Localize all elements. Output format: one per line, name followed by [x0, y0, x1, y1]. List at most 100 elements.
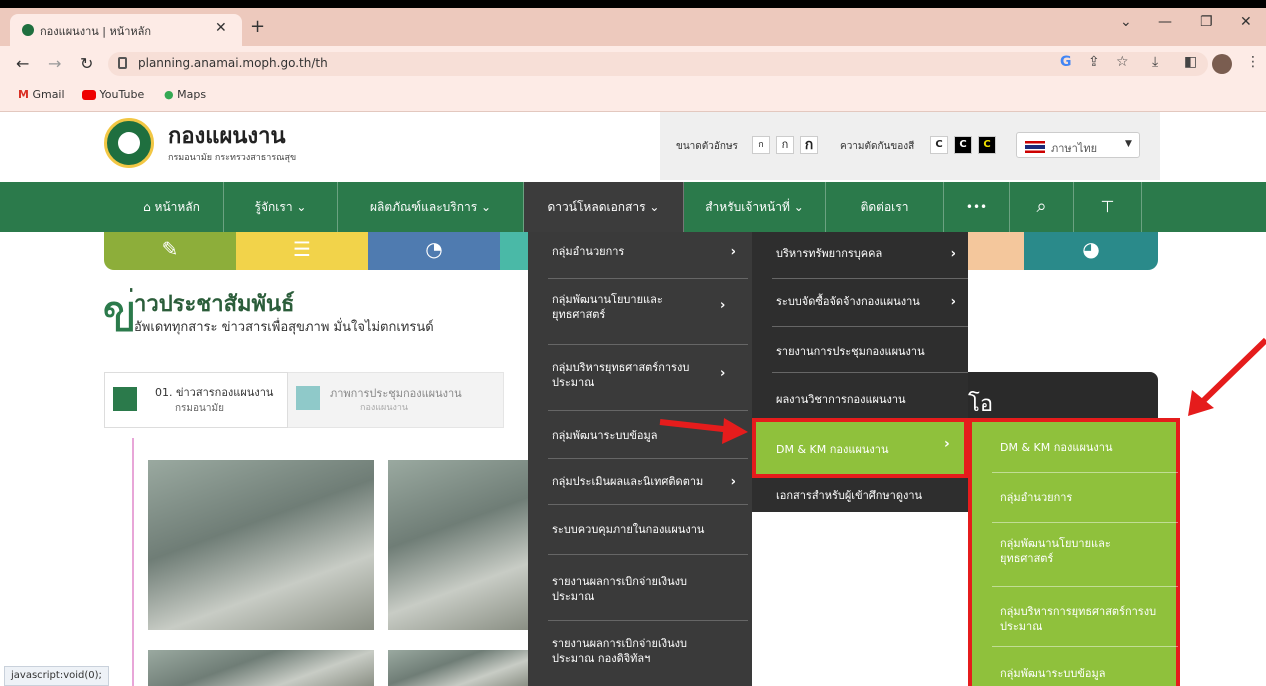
service-strip-partial-2 — [968, 232, 1024, 270]
menu-item[interactable]: กลุ่มอำนวยการ › — [552, 244, 742, 259]
youtube-icon — [82, 90, 96, 100]
chevron-down-icon: ⌄ — [793, 200, 804, 214]
chevron-right-icon: › — [730, 244, 736, 259]
annotation-arrow-left — [659, 419, 733, 433]
service-chart-icon[interactable]: ◕ — [1024, 232, 1158, 270]
status-bar: javascript:void(0); — [4, 666, 109, 686]
news-photo[interactable] — [388, 650, 528, 686]
news-title-initial: ข — [102, 284, 138, 344]
browser-tab[interactable]: กองแผนงาน | หน้าหลัก ✕ — [10, 14, 242, 46]
chevron-right-icon: › — [730, 474, 736, 489]
department-logo[interactable] — [104, 118, 154, 168]
contrast-normal[interactable]: C — [930, 136, 948, 154]
forward-icon[interactable]: → — [48, 54, 61, 73]
nav-home[interactable]: ⌂ หน้าหลัก — [120, 182, 224, 232]
maps-icon: ● — [164, 88, 174, 101]
divider — [548, 278, 748, 279]
lock-icon[interactable] — [118, 57, 127, 69]
news-photo[interactable] — [388, 460, 528, 630]
avatar[interactable] — [1212, 54, 1232, 74]
divider — [992, 472, 1178, 473]
service-database-icon[interactable]: ☰ — [236, 232, 368, 270]
menu-item[interactable]: ระบบจัดซื้อจัดจ้างกองแผนงาน › — [776, 294, 956, 309]
chevron-down-icon: ⌄ — [481, 200, 492, 214]
menu-item[interactable]: เอกสารสำหรับผู้เข้าศึกษาดูงาน — [776, 488, 956, 503]
nav-contact[interactable]: ติดต่อเรา — [826, 182, 944, 232]
annotation-arrow-right — [1197, 337, 1266, 407]
annotation-arrowhead-left — [722, 418, 748, 444]
google-icon[interactable]: G — [1060, 54, 1072, 70]
logo-emblem — [118, 132, 140, 154]
share-icon[interactable]: ⇪ — [1088, 54, 1100, 70]
search-icon[interactable]: ⌕ — [1010, 182, 1074, 232]
menu-item[interactable]: รายงานผลการเบิกจ่ายเงินงบประมาณ กองดิจิท… — [552, 636, 722, 666]
gmail-icon: M — [18, 88, 29, 101]
menu-item[interactable]: กลุ่มบริหารการยุทธศาสตร์การงบประมาณ — [1000, 604, 1170, 634]
language-value: ภาษาไทย — [1051, 142, 1098, 155]
news-photo[interactable] — [148, 650, 374, 686]
font-size-label: ขนาดตัวอักษร — [676, 141, 738, 152]
close-window-icon[interactable]: ✕ — [1240, 14, 1252, 30]
contrast-label: ความตัดกันของสี — [840, 141, 915, 152]
bookmark-maps[interactable]: ● Maps — [164, 88, 206, 101]
bookmark-gmail[interactable]: M Gmail — [18, 88, 65, 101]
back-icon[interactable]: ← — [16, 54, 29, 73]
nav-staff[interactable]: สำหรับเจ้าหน้าที่ ⌄ — [684, 182, 826, 232]
restore-icon[interactable]: ❐ — [1200, 14, 1213, 30]
sitemap-icon[interactable]: ⊤ — [1074, 182, 1142, 232]
service-edit-icon[interactable]: ✎ — [104, 232, 236, 270]
font-size-medium[interactable]: ก — [776, 136, 794, 154]
divider — [548, 504, 748, 505]
menu-item[interactable]: กลุ่มอำนวยการ — [1000, 490, 1176, 505]
chevron-right-icon: › — [950, 294, 956, 309]
star-icon[interactable]: ☆ — [1116, 54, 1129, 70]
new-tab-button[interactable]: + — [250, 16, 265, 37]
reload-icon[interactable]: ↻ — [80, 54, 93, 73]
news-subtitle: อัพเดททุกสาระ ข่าวสารเพื่อสุขภาพ มั่นใจไ… — [134, 320, 434, 335]
menu-item[interactable]: รายงานผลการเบิกจ่ายเงินงบประมาณ — [552, 574, 722, 604]
font-size-small[interactable]: ก — [752, 136, 770, 154]
contrast-yellow[interactable]: C — [978, 136, 996, 154]
nav-products[interactable]: ผลิตภัณฑ์และบริการ ⌄ — [338, 182, 524, 232]
sidepanel-icon[interactable]: ◧ — [1184, 54, 1197, 70]
divider — [772, 278, 968, 279]
nav-download[interactable]: ดาวน์โหลดเอกสาร ⌄ — [524, 182, 684, 232]
chevron-down-icon: ▼ — [1125, 139, 1132, 149]
service-gauge-icon[interactable]: ◔ — [368, 232, 500, 270]
tab-search-icon[interactable]: ⌄ — [1120, 14, 1132, 30]
menu-item[interactable]: ระบบควบคุมภายในกองแผนงาน — [552, 522, 742, 537]
nav-more[interactable]: ••• — [944, 182, 1010, 232]
nav-about[interactable]: รู้จักเรา ⌄ — [224, 182, 338, 232]
url-text: planning.anamai.moph.go.th/th — [138, 56, 328, 70]
chevron-down-icon: ⌄ — [649, 200, 660, 214]
menu-item[interactable]: กลุ่มพัฒนานโยบายและยุทธศาสตร์ — [552, 292, 702, 322]
menu-item[interactable]: กลุ่มพัฒนานโยบายและยุทธศาสตร์ — [1000, 536, 1140, 566]
contrast-dark[interactable]: C — [954, 136, 972, 154]
service-strip-partial — [500, 232, 528, 270]
site-title[interactable]: กองแผนงาน — [168, 118, 286, 153]
tab-meetings[interactable]: ภาพการประชุมกองแผนงาน กองแผนงาน — [296, 380, 496, 420]
address-bar[interactable]: planning.anamai.moph.go.th/th — [108, 52, 1208, 76]
news-photo[interactable] — [148, 460, 374, 630]
close-tab-icon[interactable]: ✕ — [215, 20, 227, 36]
divider — [548, 620, 748, 621]
menu-icon[interactable]: ⋮ — [1246, 54, 1260, 70]
minimize-icon[interactable]: — — [1158, 14, 1172, 30]
menu-item[interactable]: กลุ่มพัฒนาระบบข้อมูล — [1000, 666, 1176, 681]
chevron-right-icon: › — [720, 298, 726, 313]
bookmark-youtube[interactable]: YouTube — [82, 88, 144, 101]
font-size-large[interactable]: ก — [800, 136, 818, 154]
home-icon: ⌂ — [143, 200, 151, 214]
building-icon — [296, 386, 320, 410]
chevron-right-icon: › — [950, 246, 956, 261]
menu-item[interactable]: บริหารทรัพยากรบุคคล › — [776, 246, 956, 261]
divider — [992, 586, 1178, 587]
divider — [132, 438, 134, 686]
tab-title: กองแผนงาน | หน้าหลัก — [40, 25, 152, 38]
window-top-bar — [0, 0, 1266, 8]
tab-news[interactable]: 01. ข่าวสารกองแผนงาน กรมอนามัย — [104, 372, 288, 428]
language-select[interactable]: ภาษาไทย ▼ — [1016, 132, 1140, 158]
download-icon[interactable]: ⤓ — [1152, 54, 1158, 70]
site-subtitle: กรมอนามัย กระทรวงสาธารณสุข — [168, 153, 297, 163]
menu-item[interactable]: กลุ่มประเมินผลและนิเทศติดตาม › — [552, 474, 742, 489]
